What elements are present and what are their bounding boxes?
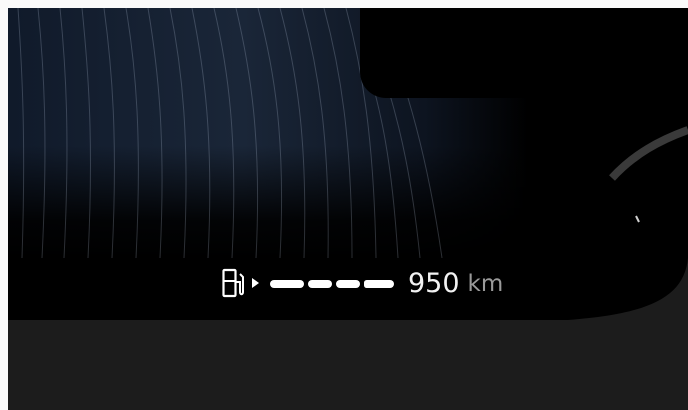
lower-bezel: [8, 320, 688, 410]
display-notch: [360, 8, 688, 98]
display-edge-curve: [568, 258, 688, 320]
screen-frame: 950 km: [0, 0, 688, 410]
gauge-tick: [635, 215, 640, 223]
instrument-display: 950 km: [8, 8, 688, 320]
gauge-arc: [609, 126, 688, 223]
